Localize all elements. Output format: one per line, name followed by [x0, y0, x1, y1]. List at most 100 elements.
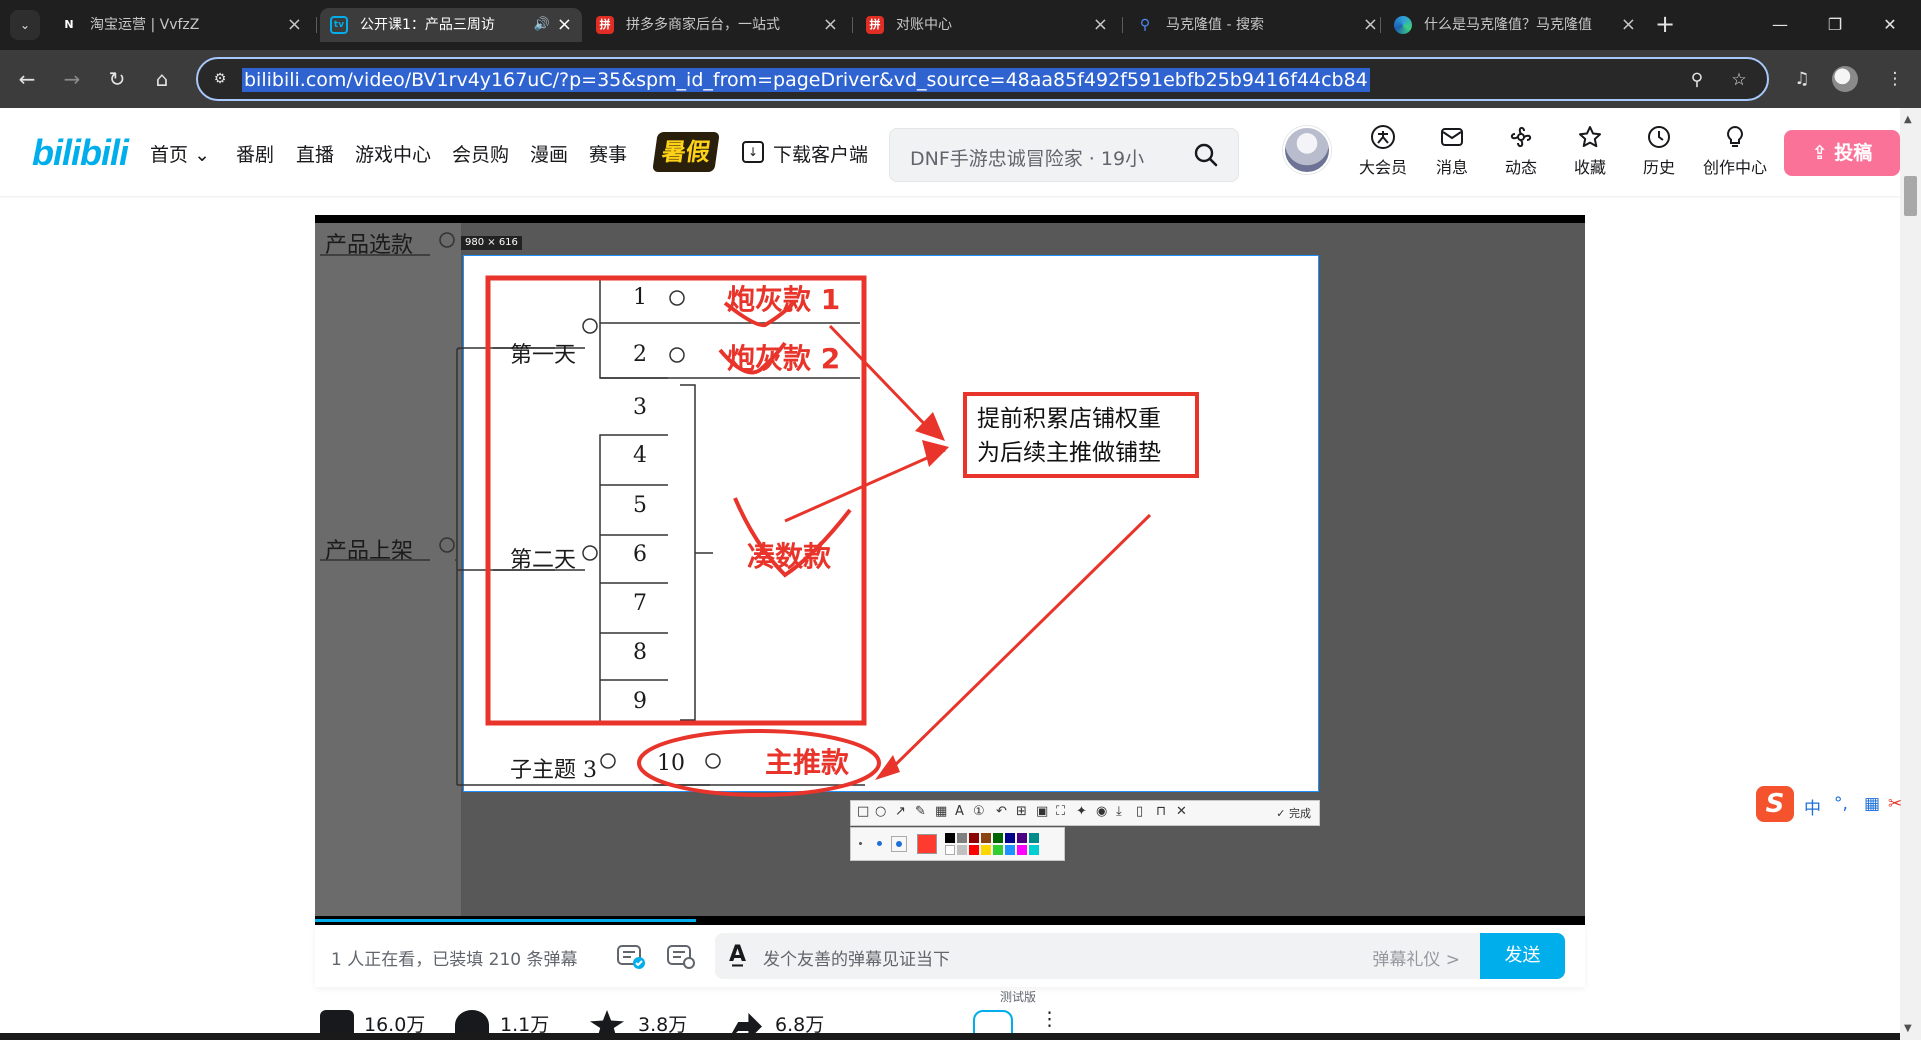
nav-live[interactable]: 直播: [296, 140, 334, 167]
nav-esports[interactable]: 赛事: [589, 140, 627, 167]
back-arrow-icon[interactable]: ←: [12, 64, 42, 94]
color-swatch[interactable]: [945, 845, 955, 855]
search-input[interactable]: DNF手游忠诚冒险家 · 19小: [910, 144, 1144, 171]
nav-download-client[interactable]: 下载客户端: [773, 140, 868, 167]
tab-taobao[interactable]: N 淘宝运营 | VvfzZ ×: [50, 8, 312, 42]
reload-icon[interactable]: ↻: [102, 64, 132, 94]
close-icon[interactable]: ×: [287, 8, 302, 42]
media-control-icon[interactable]: ♫: [1787, 64, 1817, 94]
summer-badge[interactable]: 暑假: [652, 132, 720, 172]
home-icon[interactable]: ⌂: [147, 64, 177, 94]
minimize-button[interactable]: —: [1750, 0, 1810, 50]
fullscreen-icon[interactable]: ⛶: [1056, 804, 1065, 819]
close-icon[interactable]: ×: [1363, 8, 1378, 42]
header-favorites[interactable]: 收藏: [1560, 124, 1620, 178]
color-swatch[interactable]: [969, 845, 979, 855]
ime-tools-icon[interactable]: ✂: [1888, 794, 1902, 814]
rect-tool-icon[interactable]: □: [857, 804, 869, 819]
phone-icon[interactable]: ▯: [1136, 804, 1143, 819]
video-player[interactable]: 产品选款 产品上架 980 × 616 第一天 第二天 子主题 3 1 2 3 …: [315, 215, 1585, 925]
nav-member-shop[interactable]: 会员购: [452, 140, 509, 167]
ocr-icon[interactable]: ⊞: [1016, 804, 1027, 819]
close-icon[interactable]: ×: [1093, 8, 1108, 42]
upload-button[interactable]: ⇪ 投稿: [1784, 130, 1900, 176]
tab-pdd-merchant[interactable]: 拼 拼多多商家后台，一站式 ×: [586, 8, 848, 42]
ellipse-tool-icon[interactable]: ○: [875, 804, 886, 819]
danmaku-settings-icon[interactable]: [665, 940, 697, 972]
color-swatch[interactable]: [957, 833, 967, 843]
danmaku-input[interactable]: A̲ 发个友善的弹幕见证当下 弹幕礼仪 >: [715, 933, 1480, 979]
header-messages[interactable]: 消息: [1422, 124, 1482, 178]
more-menu-icon[interactable]: ⋮: [1880, 64, 1910, 94]
close-icon[interactable]: ×: [823, 8, 838, 42]
close-window-button[interactable]: ✕: [1860, 0, 1920, 50]
color-swatch[interactable]: [1005, 845, 1015, 855]
brush-size-large[interactable]: [891, 836, 907, 852]
ime-punctuation[interactable]: °,: [1834, 794, 1848, 814]
color-swatch[interactable]: [981, 845, 991, 855]
scroll-up-icon[interactable]: ▲: [1904, 114, 1912, 125]
ime-keyboard-icon[interactable]: ▦: [1864, 794, 1880, 814]
search-box[interactable]: DNF手游忠诚冒险家 · 19小: [889, 128, 1239, 182]
nav-anime[interactable]: 番剧: [236, 140, 274, 167]
color-swatch[interactable]: [969, 833, 979, 843]
tab-what-is-micronaire[interactable]: 什么是马克隆值？马克隆值 ×: [1384, 8, 1646, 42]
color-swatch[interactable]: [1017, 833, 1027, 843]
profile-avatar[interactable]: [1832, 66, 1858, 92]
text-tool-icon[interactable]: A: [955, 804, 964, 819]
translate-icon[interactable]: ▣: [1036, 804, 1048, 819]
mosaic-tool-icon[interactable]: ▦: [935, 804, 947, 819]
nav-home[interactable]: 首页 ⌄: [150, 140, 210, 167]
nav-game-center[interactable]: 游戏中心: [355, 140, 431, 167]
arrow-tool-icon[interactable]: ↗: [895, 804, 906, 819]
header-dynamics[interactable]: 动态: [1491, 124, 1551, 178]
tab-reconciliation[interactable]: 拼 对账中心 ×: [856, 8, 1118, 42]
pin-icon[interactable]: ✦: [1076, 804, 1087, 819]
restore-button[interactable]: ❐: [1805, 0, 1865, 50]
video-progress-bar[interactable]: [315, 919, 696, 922]
zoom-icon[interactable]: ⚲: [1686, 69, 1708, 91]
danmaku-toggle-icon[interactable]: [615, 940, 647, 972]
save-icon[interactable]: ⤓: [1116, 804, 1122, 819]
danmaku-placeholder[interactable]: 发个友善的弹幕见证当下: [763, 945, 950, 970]
color-swatch[interactable]: [1017, 845, 1027, 855]
speaker-icon[interactable]: 🔊: [534, 8, 550, 42]
user-avatar[interactable]: [1283, 126, 1331, 174]
new-tab-button[interactable]: +: [1650, 8, 1680, 42]
record-icon[interactable]: ◉: [1096, 804, 1107, 819]
page-scrollbar[interactable]: ▲ ▼: [1900, 108, 1921, 1040]
more-icon[interactable]: ⋮: [1040, 1008, 1059, 1030]
pen-tool-icon[interactable]: ✎: [915, 804, 926, 819]
brush-size-medium[interactable]: [877, 841, 882, 846]
bookmark-star-icon[interactable]: ☆: [1728, 69, 1750, 91]
header-big-member[interactable]: 大会员: [1353, 124, 1413, 178]
undo-icon[interactable]: ↶: [996, 804, 1007, 819]
color-swatch[interactable]: [957, 845, 967, 855]
close-icon[interactable]: ✕: [1176, 804, 1187, 819]
brush-size-small[interactable]: [859, 842, 862, 845]
site-info-icon[interactable]: ⚙: [210, 69, 230, 89]
tab-search-micronaire[interactable]: ⚲ 马克隆值 - 搜索 ×: [1126, 8, 1388, 42]
color-swatch[interactable]: [993, 833, 1003, 843]
color-swatch[interactable]: [945, 833, 955, 843]
sogou-ime-logo[interactable]: S: [1756, 786, 1794, 822]
header-creation-center[interactable]: 创作中心: [1698, 124, 1772, 178]
nav-manga[interactable]: 漫画: [530, 140, 568, 167]
snip-done-button[interactable]: ✓ 完成: [1276, 805, 1311, 821]
forward-arrow-icon[interactable]: →: [57, 64, 87, 94]
search-icon[interactable]: [1192, 141, 1220, 169]
header-history[interactable]: 历史: [1629, 124, 1689, 178]
selected-color[interactable]: [917, 834, 937, 854]
scrollbar-thumb[interactable]: [1904, 176, 1917, 216]
bilibili-logo[interactable]: bilibili: [32, 132, 129, 174]
address-bar[interactable]: ⚙ bilibili.com/video/BV1rv4y167uC/?p=35&…: [196, 57, 1769, 101]
tab-search-menu[interactable]: ⌄: [10, 10, 40, 40]
tab-bilibili-video[interactable]: tv 公开课1：产品三周访 🔊 ×: [320, 8, 582, 42]
color-swatch[interactable]: [981, 833, 991, 843]
send-button[interactable]: 发送: [1480, 933, 1565, 979]
ime-mode-chinese[interactable]: 中: [1804, 794, 1821, 819]
url-text[interactable]: bilibili.com/video/BV1rv4y167uC/?p=35&sp…: [242, 68, 1370, 92]
color-swatch[interactable]: [1029, 833, 1039, 843]
danmaku-etiquette-link[interactable]: 弹幕礼仪 >: [1372, 945, 1460, 970]
color-swatch[interactable]: [993, 845, 1003, 855]
